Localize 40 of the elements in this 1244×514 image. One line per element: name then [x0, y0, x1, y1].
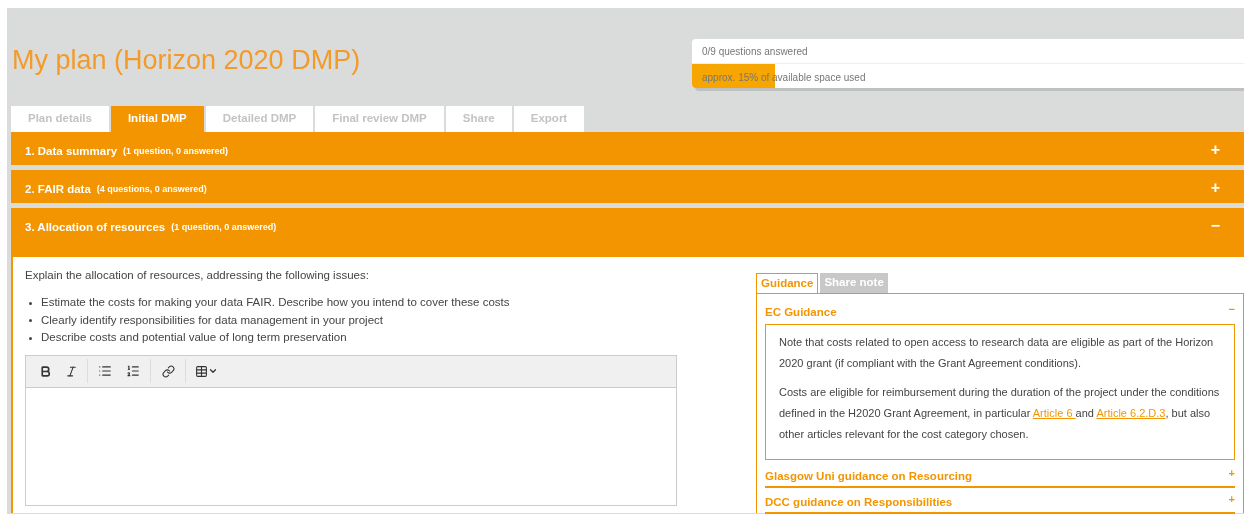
section-header[interactable]: 1. Data summary (1 question, 0 answered) + [11, 132, 1244, 165]
section-count: (1 question, 0 answered) [123, 145, 229, 158]
plan-tab[interactable]: Export [513, 106, 585, 132]
table-icon[interactable] [195, 364, 218, 378]
bullet-text: Estimate the costs for making your data FAIR. Describe how you intend to cover these costs [41, 295, 510, 311]
guidance-header[interactable]: DCC guidance on Responsibilities + [765, 488, 1235, 514]
bullet-icon [29, 319, 32, 323]
guidance-title: Glasgow Uni guidance on Resourcing [765, 469, 973, 484]
guidance-header[interactable]: Glasgow Uni guidance on Resourcing + [765, 462, 1235, 488]
section-header[interactable]: 2. FAIR data (4 questions, 0 answered) + [11, 170, 1244, 203]
section-count: (4 questions, 0 answered) [96, 183, 207, 196]
guidance-title: EC Guidance [765, 305, 837, 320]
plan-tab[interactable]: Final review DMP [315, 106, 444, 132]
section-toggle[interactable]: + [1210, 143, 1220, 157]
section-count: (1 question, 0 answered) [171, 221, 277, 234]
plan-tab[interactable]: Initial DMP [110, 106, 204, 132]
section-title: 1. Data summary [25, 144, 118, 159]
bullet-text: Clearly identify responsibilities for data management in your project [41, 312, 383, 328]
section-header[interactable]: 3. Allocation of resources (1 question, 0 answered) − [11, 208, 1244, 257]
guidance-toggle[interactable]: + [1228, 468, 1235, 478]
guidance-tab[interactable]: Guidance [756, 273, 819, 293]
bullet-icon [29, 336, 32, 340]
section-toggle[interactable]: − [1210, 219, 1220, 233]
section-toggle[interactable]: + [1210, 181, 1220, 195]
article-link[interactable]: Article 6 [1032, 407, 1076, 419]
guidance-paragraph: Costs are eligible for reimbursement during the duration of the project under the conditions defined in the H2020 Grant Agreement, in particular Article 6 and Article 6.2.D.3, but also other articles relevant for the cost category chosen. [779, 385, 1221, 442]
question-text: Explain the allocation of resources, addressing the following issues: [25, 268, 370, 283]
bullet-text: Describe costs and potential value of long term preservation [41, 330, 347, 346]
plan-tab[interactable]: Detailed DMP [205, 106, 314, 132]
section-title: 2. FAIR data [25, 182, 91, 197]
plan-tab[interactable]: Plan details [11, 106, 109, 132]
guidance-title: DCC guidance on Responsibilities [765, 495, 953, 510]
section-title: 3. Allocation of resources [25, 220, 166, 235]
guidance-toggle[interactable]: + [1228, 494, 1235, 504]
bullet-icon [29, 301, 32, 305]
guidance-paragraph: Note that costs related to open access to research data are eligible as part of the Horizon 2020 grant (if compliant with the Grant Agreement conditions). [779, 335, 1215, 371]
page-title: My plan (Horizon 2020 DMP) [12, 44, 362, 77]
plan-tab[interactable]: Share [445, 106, 512, 132]
guidance-toggle[interactable]: − [1228, 304, 1235, 314]
guidance-header[interactable]: EC Guidance − [765, 298, 1235, 324]
